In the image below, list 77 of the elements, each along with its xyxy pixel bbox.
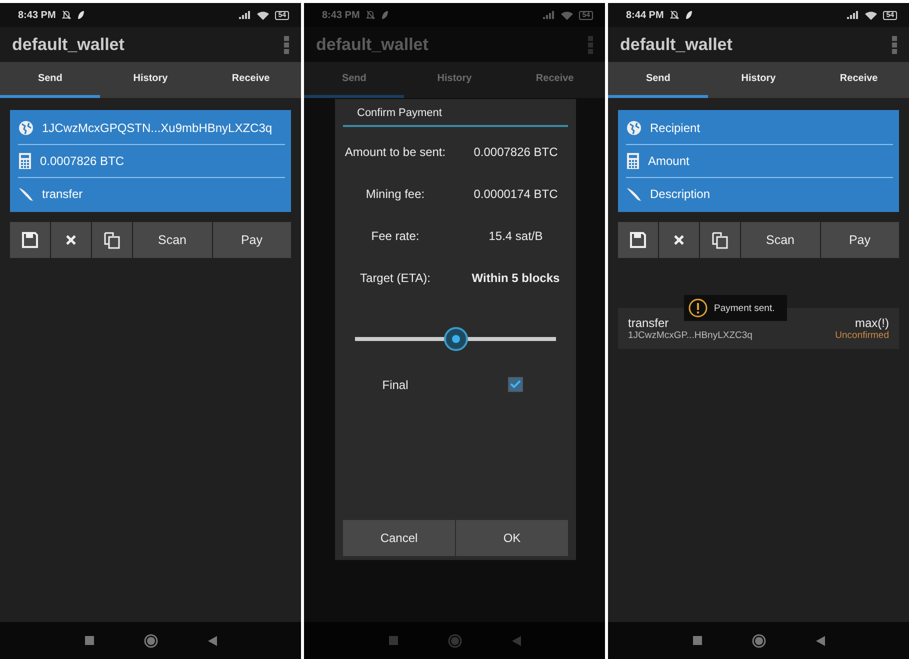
bell-off-icon	[62, 10, 71, 20]
input-field[interactable]: Amount	[648, 154, 893, 168]
tab[interactable]: Send	[608, 62, 708, 98]
save-button[interactable]	[618, 222, 658, 258]
app-title: default_wallet	[316, 34, 430, 54]
wifi-icon	[561, 10, 574, 20]
quill-icon	[626, 186, 642, 202]
detail-value: 0.0000174 BTC	[472, 187, 559, 201]
overflow-menu-icon[interactable]	[284, 36, 289, 54]
signal-icon	[239, 10, 252, 20]
home-icon[interactable]	[752, 634, 766, 648]
signal-icon	[543, 10, 556, 20]
action-button[interactable]: Scan	[133, 222, 212, 258]
input-field[interactable]: 1JCwzMcxGPQSTN...Xu9mbHBnyLXZC3q	[42, 121, 285, 135]
copy-button[interactable]	[92, 222, 132, 258]
status-time: 8:43 PM	[18, 10, 56, 20]
wifi-icon	[257, 10, 270, 20]
bell-off-icon	[366, 10, 375, 20]
tab[interactable]: Receive	[808, 62, 909, 98]
home-icon[interactable]	[144, 634, 158, 648]
status-time: 8:43 PM	[322, 10, 360, 20]
detail-label: Target (ETA):	[359, 271, 432, 285]
transaction-title: transfer	[628, 316, 670, 330]
calculator-icon	[626, 153, 640, 169]
close-icon	[66, 235, 76, 245]
square-icon[interactable]	[84, 636, 94, 645]
calculator-icon	[18, 153, 32, 169]
input-field[interactable]: Description	[650, 187, 893, 201]
dialog-button[interactable]: OK	[456, 520, 568, 556]
copy-icon	[712, 232, 728, 248]
detail-value: 15.4 sat/B	[488, 229, 544, 243]
app-title: default_wallet	[620, 34, 734, 54]
action-button[interactable]: Pay	[820, 222, 899, 258]
tab[interactable]: Receive	[200, 62, 301, 98]
square-icon[interactable]	[692, 636, 702, 645]
save-icon	[630, 232, 646, 248]
clear-button[interactable]	[51, 222, 91, 258]
dialog-button[interactable]: Cancel	[343, 520, 455, 556]
checkbox-label: Final	[381, 378, 410, 392]
wifi-icon	[865, 10, 878, 20]
warning-icon	[688, 298, 708, 318]
quill-icon	[18, 186, 34, 202]
leaf-icon	[76, 10, 85, 20]
clear-button[interactable]	[659, 222, 699, 258]
copy-icon	[104, 232, 120, 248]
app-title: default_wallet	[12, 34, 126, 54]
input-field[interactable]: Recipient	[650, 121, 893, 135]
copy-button[interactable]	[700, 222, 740, 258]
tab[interactable]: Send	[0, 62, 100, 98]
tab[interactable]: History	[708, 62, 809, 98]
action-button[interactable]: Scan	[741, 222, 820, 258]
close-icon	[674, 235, 684, 245]
transaction-status: Unconfirmed	[835, 330, 889, 341]
dialog-title: Confirm Payment	[343, 99, 568, 127]
status-time: 8:44 PM	[626, 10, 664, 20]
leaf-icon	[380, 10, 389, 20]
action-button[interactable]: Pay	[212, 222, 291, 258]
leaf-icon	[684, 10, 693, 20]
back-icon[interactable]	[208, 636, 216, 646]
save-icon	[22, 232, 38, 248]
input-field[interactable]: 0.0007826 BTC	[40, 154, 285, 168]
detail-label: Fee rate:	[370, 229, 420, 243]
tab[interactable]: History	[100, 62, 201, 98]
overflow-menu-icon[interactable]	[892, 36, 897, 54]
detail-value: 0.0007826 BTC	[472, 145, 559, 159]
checkbox[interactable]	[508, 377, 524, 392]
slider-thumb[interactable]	[444, 327, 468, 351]
detail-label: Amount to be sent:	[344, 145, 447, 159]
back-icon[interactable]	[816, 636, 824, 646]
bell-off-icon	[670, 10, 679, 20]
input-field[interactable]: transfer	[42, 187, 285, 201]
save-button[interactable]	[10, 222, 50, 258]
signal-icon	[847, 10, 860, 20]
transaction-address: 1JCwzMcxGP...HBnyLXZC3q	[628, 330, 754, 341]
detail-label: Mining fee:	[364, 187, 426, 201]
transaction-amount: max(!)	[854, 316, 889, 330]
detail-value: Within 5 blocks	[470, 271, 561, 285]
